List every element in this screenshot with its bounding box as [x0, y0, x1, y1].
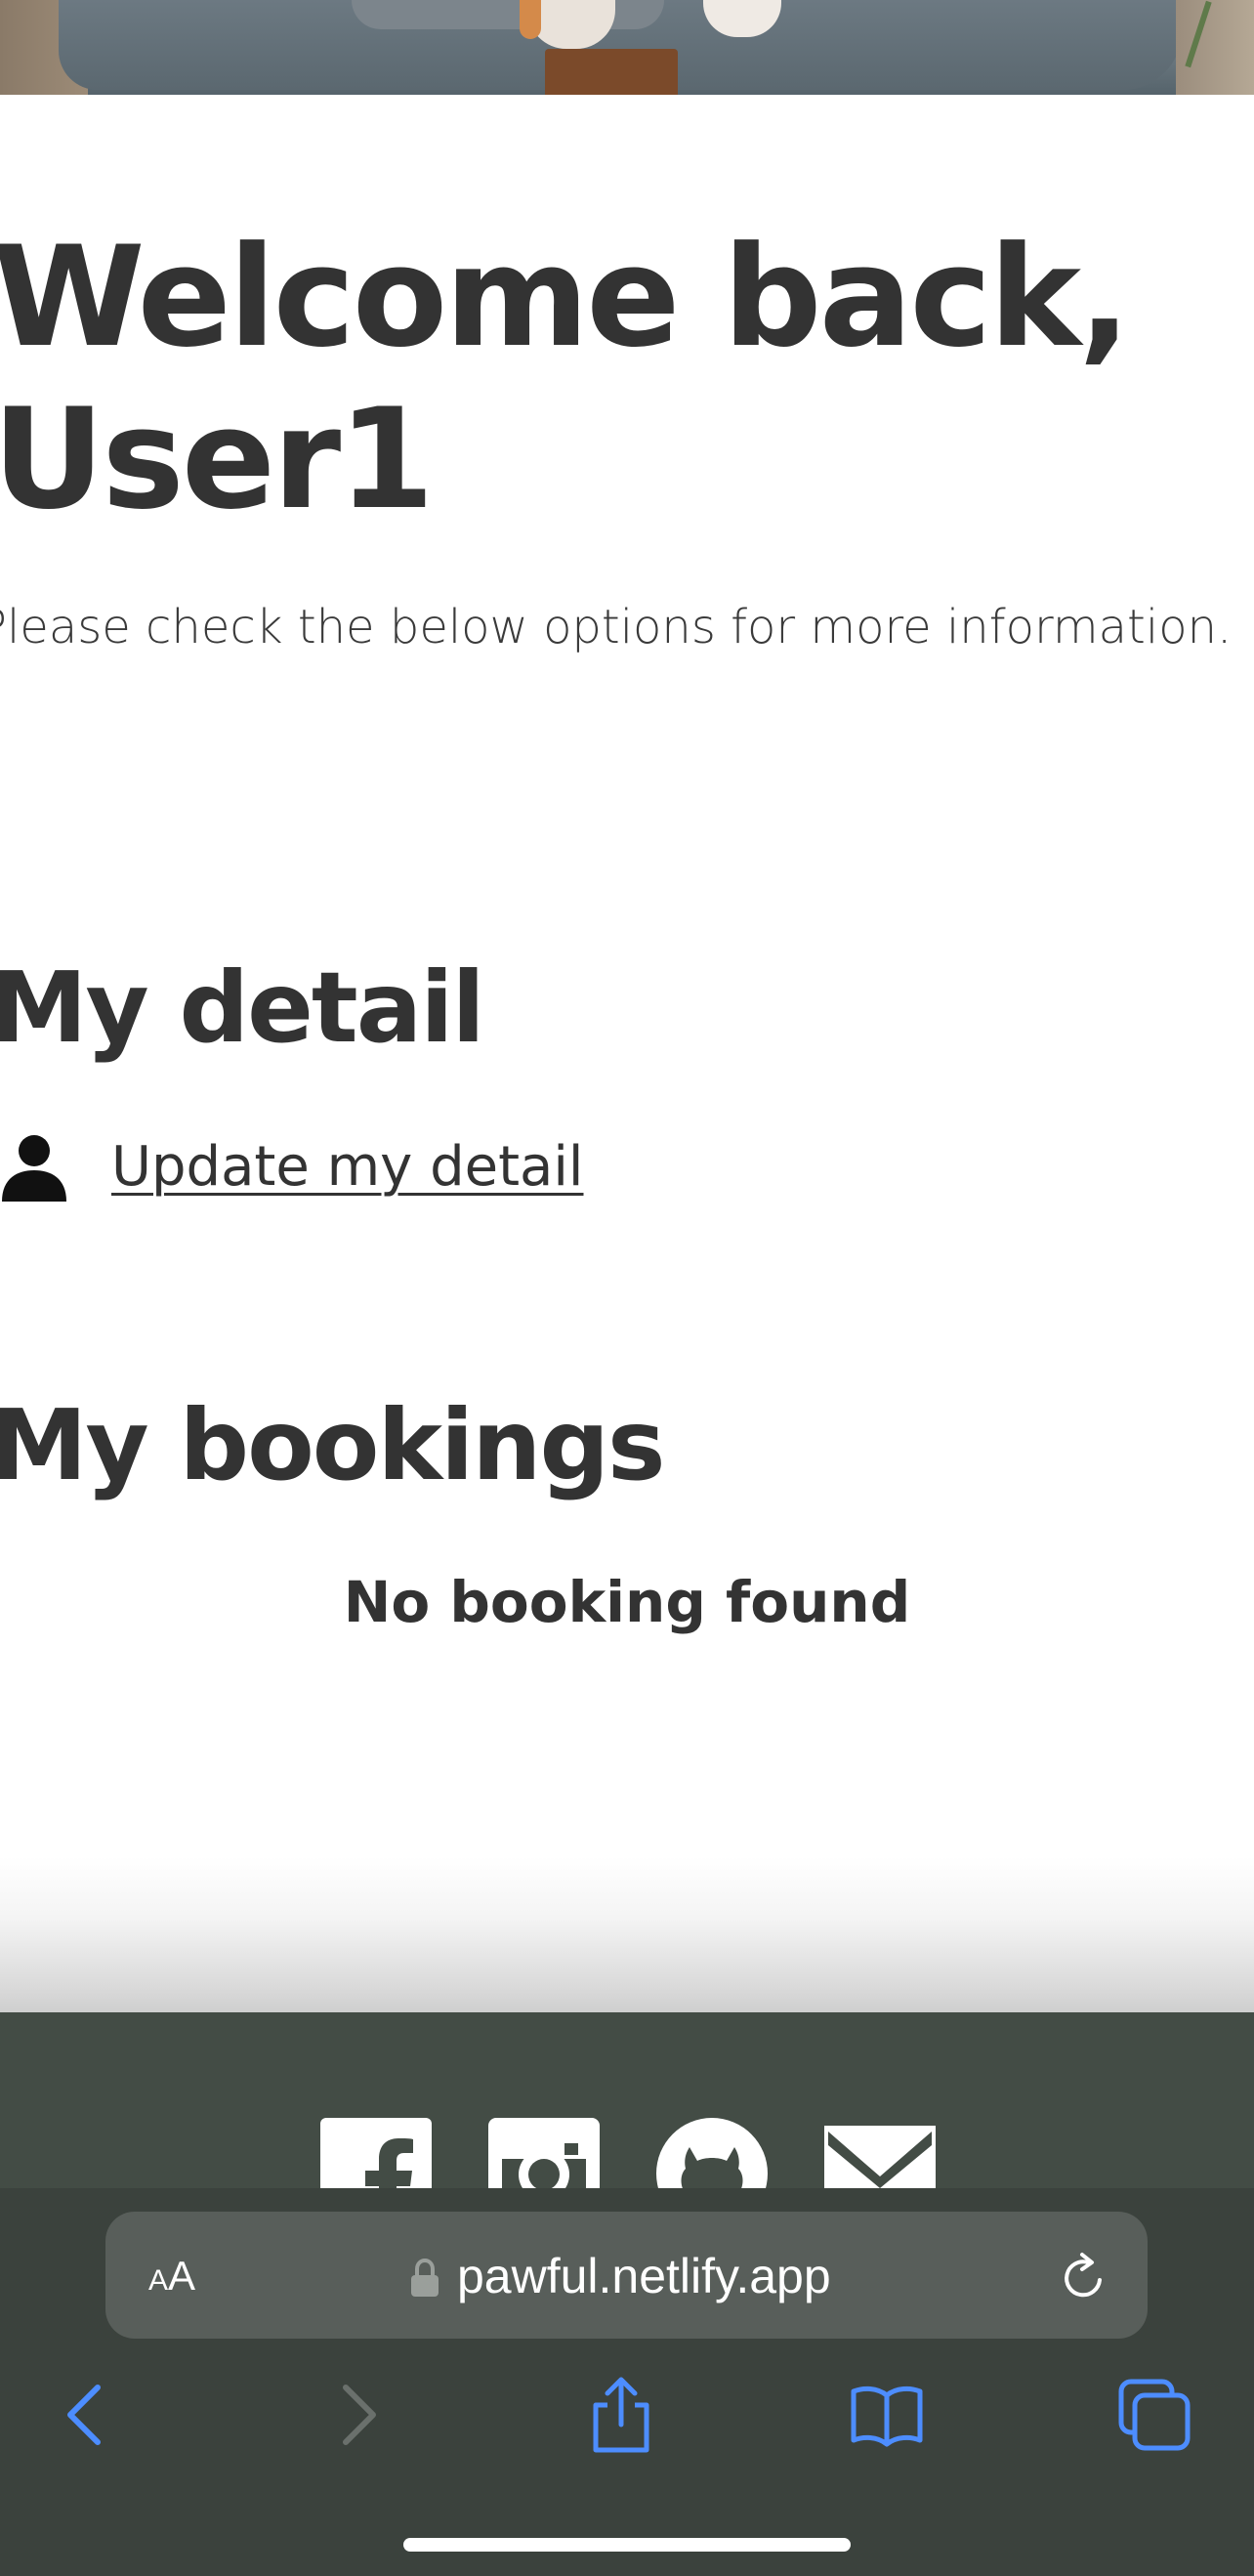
home-indicator[interactable] [403, 2538, 851, 2552]
hero-image [0, 0, 1254, 95]
welcome-subtitle: Please check the below options for more … [0, 600, 1233, 655]
welcome-username: User1 [0, 379, 435, 540]
mail-icon[interactable] [824, 2118, 936, 2188]
page: Welcome back, User1 Please check the bel… [0, 0, 1254, 2576]
url-text[interactable]: pawful.netlify.app [457, 2245, 831, 2307]
welcome-line-1: Welcome back, [0, 217, 1131, 378]
bookmarks-icon[interactable] [848, 2376, 926, 2454]
lock-icon [410, 2258, 439, 2298]
no-booking-message: No booking found [343, 1569, 911, 1635]
update-detail-link[interactable]: Update my detail [111, 1133, 584, 1202]
back-icon[interactable] [47, 2376, 125, 2454]
facebook-icon[interactable] [320, 2118, 432, 2188]
footer-fade [0, 1856, 1254, 2012]
tabs-icon[interactable] [1115, 2376, 1193, 2454]
footer [0, 2012, 1254, 2188]
instagram-icon[interactable] [488, 2118, 600, 2188]
share-icon[interactable] [582, 2376, 660, 2454]
brand-tag [545, 49, 678, 95]
update-detail-row[interactable]: Update my detail [0, 1133, 584, 1202]
github-icon[interactable] [656, 2118, 768, 2188]
text-size-button[interactable]: AA [148, 2247, 195, 2305]
my-detail-title: My detail [0, 950, 485, 1065]
person-icon [0, 1133, 68, 1202]
welcome-heading: Welcome back, User1 [0, 217, 1131, 541]
my-bookings-title: My bookings [0, 1388, 666, 1502]
reload-icon[interactable] [1057, 2251, 1111, 2305]
forward-icon[interactable] [318, 2376, 397, 2454]
